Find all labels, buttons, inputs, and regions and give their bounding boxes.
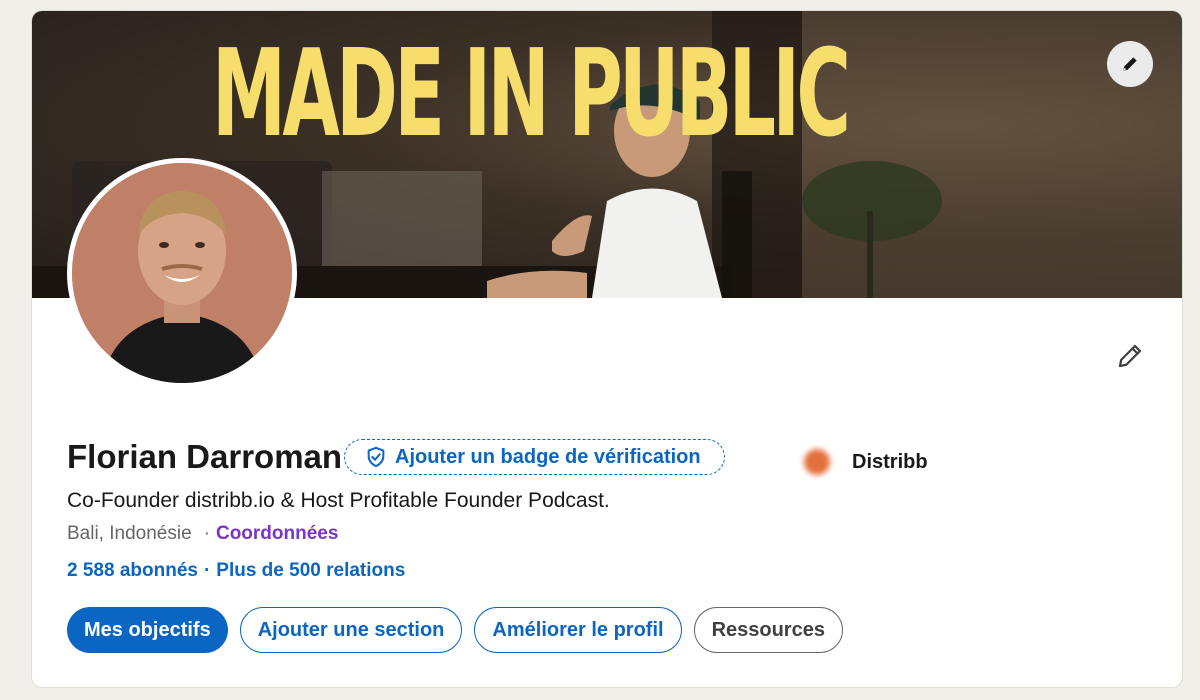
banner-title: MADE IN PUBLIC <box>212 25 851 164</box>
profile-card: MADE IN PUBLIC Florian Darroman Ajouter … <box>32 11 1182 687</box>
company-name: Distribb <box>852 450 928 473</box>
edit-profile-button[interactable] <box>1112 338 1148 374</box>
profile-actions: Mes objectifs Ajouter une section Amélio… <box>67 607 843 653</box>
current-company[interactable]: Distribb <box>804 449 928 475</box>
connections-link[interactable]: Plus de 500 relations <box>216 560 405 582</box>
pencil-icon <box>1118 344 1142 368</box>
verify-badge-label: Ajouter un badge de vérification <box>395 445 701 468</box>
location-row: Bali, Indonésie · Coordonnées <box>67 523 338 545</box>
profile-photo[interactable] <box>67 158 297 388</box>
avatar <box>72 163 292 383</box>
followers-link[interactable]: 2 588 abonnés <box>67 560 198 582</box>
pencil-icon <box>1123 57 1137 71</box>
edit-banner-button[interactable] <box>1107 41 1153 87</box>
profile-name: Florian Darroman <box>67 438 343 475</box>
network-stats: 2 588 abonnés · Plus de 500 relations <box>67 560 405 582</box>
company-logo <box>804 449 830 475</box>
avatar-image <box>72 163 292 383</box>
separator-dot: · <box>203 523 210 544</box>
contact-info-link[interactable]: Coordonnées <box>216 523 338 545</box>
resources-button[interactable]: Ressources <box>693 607 843 653</box>
add-verification-badge-button[interactable]: Ajouter un badge de vérification <box>344 439 725 475</box>
profile-headline: Co-Founder distribb.io & Host Profitable… <box>67 489 610 512</box>
separator-dot: · <box>203 560 211 581</box>
improve-profile-button[interactable]: Améliorer le profil <box>474 607 682 653</box>
location: Bali, Indonésie <box>67 523 192 544</box>
my-goals-button[interactable]: Mes objectifs <box>67 607 228 653</box>
add-section-button[interactable]: Ajouter une section <box>239 607 463 653</box>
shield-check-icon <box>367 446 385 468</box>
